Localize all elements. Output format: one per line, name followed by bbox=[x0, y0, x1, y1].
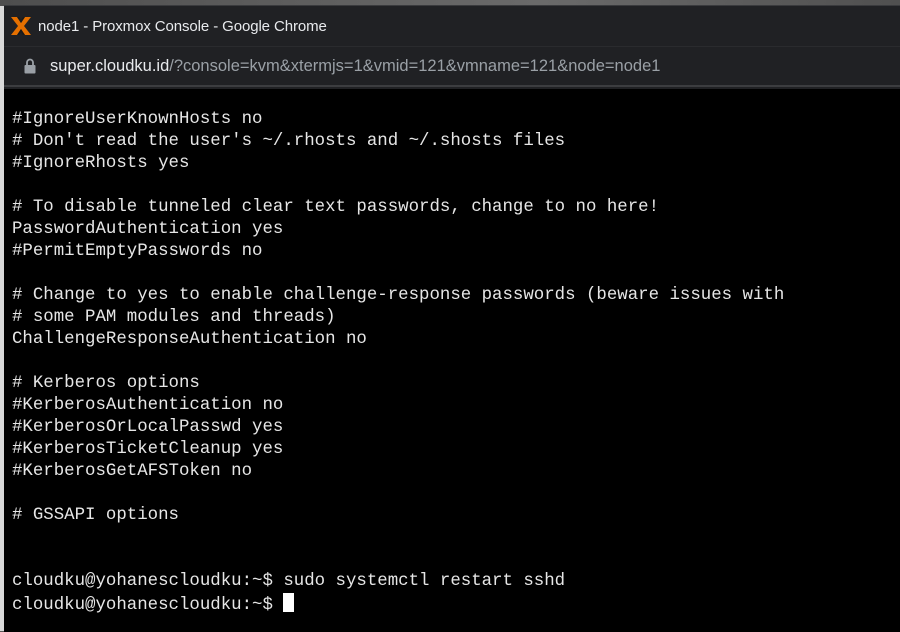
shell-prompt: cloudku@yohanescloudku:~$ bbox=[12, 596, 284, 615]
lock-icon[interactable] bbox=[24, 58, 36, 74]
terminal-line: # Don't read the user's ~/.rhosts and ~/… bbox=[12, 132, 566, 151]
terminal-line: # To disable tunneled clear text passwor… bbox=[12, 198, 660, 217]
terminal-line: #KerberosTicketCleanup yes bbox=[12, 440, 284, 459]
proxmox-logo-icon bbox=[11, 17, 31, 35]
terminal-line: # GSSAPI options bbox=[12, 506, 179, 525]
terminal-line: # some PAM modules and threads) bbox=[12, 308, 336, 327]
terminal-line: #KerberosAuthentication no bbox=[12, 396, 284, 415]
terminal-line: #IgnoreRhosts yes bbox=[12, 154, 190, 173]
browser-window: node1 - Proxmox Console - Google Chrome … bbox=[4, 5, 900, 632]
terminal-line: #KerberosGetAFSToken no bbox=[12, 462, 253, 481]
terminal-line: cloudku@yohanescloudku:~$ sudo systemctl… bbox=[12, 572, 566, 591]
terminal-prompt-line[interactable]: cloudku@yohanescloudku:~$ bbox=[12, 593, 784, 615]
terminal-cursor bbox=[283, 593, 295, 612]
terminal-output: #IgnoreUserKnownHosts no # Don't read the… bbox=[12, 109, 784, 615]
terminal-line: #PermitEmptyPasswords no bbox=[12, 242, 263, 261]
address-bar[interactable]: super.cloudku.id/?console=kvm&xtermjs=1&… bbox=[4, 46, 900, 87]
terminal-line: #IgnoreUserKnownHosts no bbox=[12, 110, 263, 129]
terminal-line: # Change to yes to enable challenge-resp… bbox=[12, 286, 785, 305]
terminal-line: #KerberosOrLocalPasswd yes bbox=[12, 418, 284, 437]
window-title: node1 - Proxmox Console - Google Chrome bbox=[38, 17, 327, 35]
terminal-line: # Kerberos options bbox=[12, 374, 200, 393]
url-text[interactable]: super.cloudku.id/?console=kvm&xtermjs=1&… bbox=[50, 57, 660, 76]
url-host: super.cloudku.id bbox=[50, 56, 170, 75]
title-bar[interactable]: node1 - Proxmox Console - Google Chrome bbox=[4, 6, 900, 46]
url-path: /?console=kvm&xtermjs=1&vmid=121&vmname=… bbox=[169, 56, 661, 75]
terminal-line: PasswordAuthentication yes bbox=[12, 220, 284, 239]
terminal-line: ChallengeResponseAuthentication no bbox=[12, 330, 367, 349]
terminal-console[interactable]: #IgnoreUserKnownHosts no # Don't read the… bbox=[4, 89, 900, 632]
